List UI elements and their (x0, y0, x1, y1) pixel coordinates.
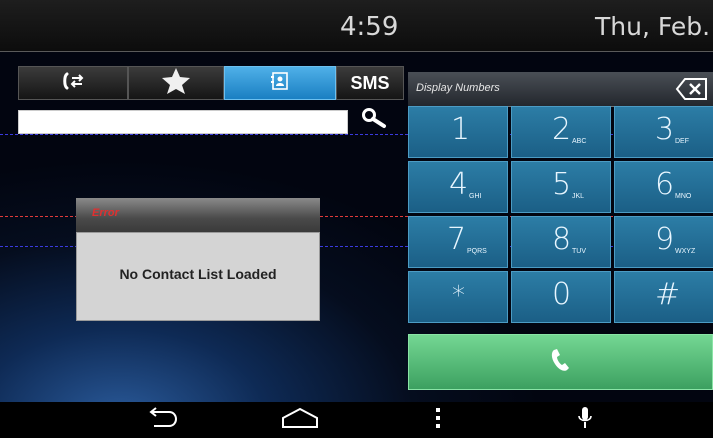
display-label: Display Numbers (416, 82, 500, 94)
phone-icon (550, 348, 572, 377)
tab-recent-calls[interactable] (18, 66, 128, 100)
contact-card-icon (271, 71, 289, 95)
back-button[interactable] (140, 406, 184, 434)
error-dialog-title: Error (76, 198, 320, 232)
key-hash[interactable]: # (614, 271, 713, 323)
status-bar: 4:59 Thu, Feb. 6 (0, 0, 713, 52)
key-2[interactable]: 2 ABC (511, 106, 611, 158)
tab-bar: SMS (18, 66, 404, 104)
date: Thu, Feb. 6 (595, 12, 713, 41)
key-4[interactable]: 4 GHI (408, 161, 508, 213)
key-0[interactable]: 0 (511, 271, 611, 323)
call-swap-icon (61, 71, 85, 96)
search-button[interactable] (355, 106, 395, 136)
number-display: Display Numbers (408, 72, 713, 107)
tab-favorites[interactable] (128, 66, 224, 100)
search-input[interactable] (18, 110, 348, 134)
backspace-icon (675, 78, 709, 106)
home-button[interactable] (276, 406, 324, 434)
key-3[interactable]: 3 DEF (614, 106, 713, 158)
clock: 4:59 (340, 12, 399, 42)
microphone-icon (578, 406, 592, 435)
key-1[interactable]: 1 (408, 106, 508, 158)
tab-contacts[interactable] (224, 66, 336, 100)
star-icon (161, 67, 191, 100)
home-icon (280, 407, 320, 434)
menu-button[interactable] (428, 406, 448, 434)
call-button[interactable] (408, 334, 713, 390)
key-star[interactable]: * (408, 271, 508, 323)
error-dialog-body: No Contact List Loaded (76, 232, 320, 321)
phone-screen: 4:59 Thu, Feb. 6 (0, 0, 713, 438)
back-icon (145, 406, 179, 434)
key-5[interactable]: 5 JKL (511, 161, 611, 213)
key-9[interactable]: 9 WXYZ (614, 216, 713, 268)
menu-icon (435, 407, 441, 434)
dial-keypad: 1 2 ABC 3 DEF 4 GHI 5 JKL 6 MNO 7 PQRS 8 TUV 9W… (408, 106, 713, 328)
backspace-button[interactable] (675, 76, 709, 102)
search-icon (360, 107, 390, 136)
error-message: No Contact List Loaded (119, 266, 277, 282)
tab-sms[interactable]: SMS (336, 66, 404, 100)
navigation-bar (0, 402, 713, 438)
voice-button[interactable] (574, 406, 596, 434)
status-divider (0, 51, 713, 52)
key-7[interactable]: 7 PQRS (408, 216, 508, 268)
key-6[interactable]: 6 MNO (614, 161, 713, 213)
error-dialog: Error No Contact List Loaded (76, 198, 320, 321)
key-8[interactable]: 8 TUV (511, 216, 611, 268)
